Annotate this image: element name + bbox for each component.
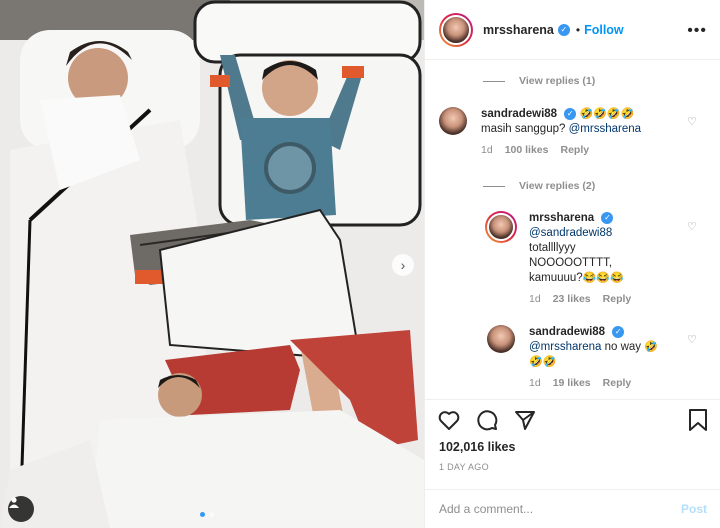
verified-badge-icon: ✓ [557,23,570,36]
comments-list[interactable]: View replies (1) sandradewi88 ✓ 🤣🤣🤣🤣 mas… [425,61,720,399]
tagged-users-button[interactable] [8,496,34,522]
author-avatar [441,14,471,45]
post-header: mrssharena ✓ • Follow ••• [425,0,720,60]
comment-text-line: kamuuuu? [529,272,583,284]
comment-age: 1d [529,293,541,305]
divider-line [483,80,505,82]
comment-text-line: NOOOOOTTTT, [529,257,613,269]
comment-text-line: totallllyyy [529,242,576,254]
follow-button[interactable]: Follow [584,23,624,37]
carousel-dots [200,512,214,517]
post-actions: 102,016 likes 1 DAY AGO [425,399,720,489]
comment-likes[interactable]: 100 likes [505,143,549,158]
add-comment-input[interactable] [439,502,659,516]
like-comment-heart-icon[interactable]: ♡ [687,115,697,128]
like-comment-heart-icon[interactable]: ♡ [687,220,697,233]
header-separator: • [575,22,581,37]
comment-emojis: 🤣🤣 [529,356,557,368]
post-photo[interactable]: › [0,0,424,528]
commenter-avatar [487,213,515,241]
like-comment-heart-icon[interactable]: ♡ [687,333,697,346]
commenter-username[interactable]: sandradewi88 [529,326,605,338]
comment-meta: 1d 100 likes Reply [481,143,641,158]
post-timestamp[interactable]: 1 DAY AGO [439,462,489,472]
view-replies-label: View replies (2) [519,180,596,192]
mention-link[interactable]: @mrssharena [569,123,641,135]
comment-age: 1d [529,377,541,389]
comment-body: mrssharena ✓ @sandradewi88 totallllyyy N… [529,211,631,307]
mention-link[interactable]: @mrssharena [529,341,601,353]
reply-button[interactable]: Reply [560,143,589,158]
comment-text: masih sanggup? [481,123,566,135]
carousel-dot [209,512,214,517]
verified-badge-icon: ✓ [564,107,577,120]
comment-emoji: 🤣 [644,341,658,353]
view-replies-button[interactable]: View replies (1) [483,75,595,87]
reply-button[interactable]: Reply [603,376,632,391]
commenter-username[interactable]: mrssharena [529,212,594,224]
photo-illustration [0,0,424,528]
commenter-avatar-ring[interactable] [485,211,517,243]
comment-likes[interactable]: 23 likes [553,292,591,307]
next-slide-button[interactable]: › [392,254,414,276]
comment-meta: 1d 19 likes Reply [529,376,658,391]
comment-emojis: 😂😂😂 [582,272,624,284]
verified-badge-icon: ✓ [612,325,625,338]
commenter-avatar[interactable] [439,107,467,135]
post-comment-button[interactable]: Post [681,502,707,516]
more-options-icon[interactable]: ••• [687,22,707,40]
reply-comment: sandradewi88 ✓ @mrssharena no way 🤣 🤣🤣 1… [487,325,658,391]
reply-button[interactable]: Reply [603,292,632,307]
user-icon [9,497,19,508]
commenter-avatar[interactable] [487,325,515,353]
chevron-right-icon: › [400,257,406,273]
commenter-username[interactable]: sandradewi88 [481,108,557,120]
add-comment-bar: Post [425,489,720,528]
divider-line [483,185,505,187]
like-heart-icon[interactable] [437,408,461,432]
view-replies-button[interactable]: View replies (2) [483,180,595,192]
post-side-panel: mrssharena ✓ • Follow ••• View replies (… [424,0,720,528]
comment-emojis: 🤣🤣🤣🤣 [579,108,635,120]
mention-link[interactable]: @sandradewi88 [529,227,612,239]
action-icons [437,408,537,432]
verified-badge-icon: ✓ [601,211,614,224]
comment-meta: 1d 23 likes Reply [529,292,631,307]
save-bookmark-icon[interactable] [687,408,709,432]
reply-comment: mrssharena ✓ @sandradewi88 totallllyyy N… [485,211,631,307]
comment-age: 1d [481,144,493,156]
comment-body: sandradewi88 ✓ 🤣🤣🤣🤣 masih sanggup? @mrss… [481,107,641,158]
share-paper-plane-icon[interactable] [513,408,537,432]
comment-text: no way [604,341,642,353]
carousel-dot-active [200,512,205,517]
author-avatar-ring[interactable] [439,12,473,47]
likes-count[interactable]: 102,016 likes [439,440,515,454]
comment-body: sandradewi88 ✓ @mrssharena no way 🤣 🤣🤣 1… [529,325,658,391]
comment-bubble-icon[interactable] [475,408,499,432]
comment: sandradewi88 ✓ 🤣🤣🤣🤣 masih sanggup? @mrss… [439,107,641,158]
author-username[interactable]: mrssharena [483,23,554,37]
comment-likes[interactable]: 19 likes [553,376,591,391]
view-replies-label: View replies (1) [519,75,596,87]
